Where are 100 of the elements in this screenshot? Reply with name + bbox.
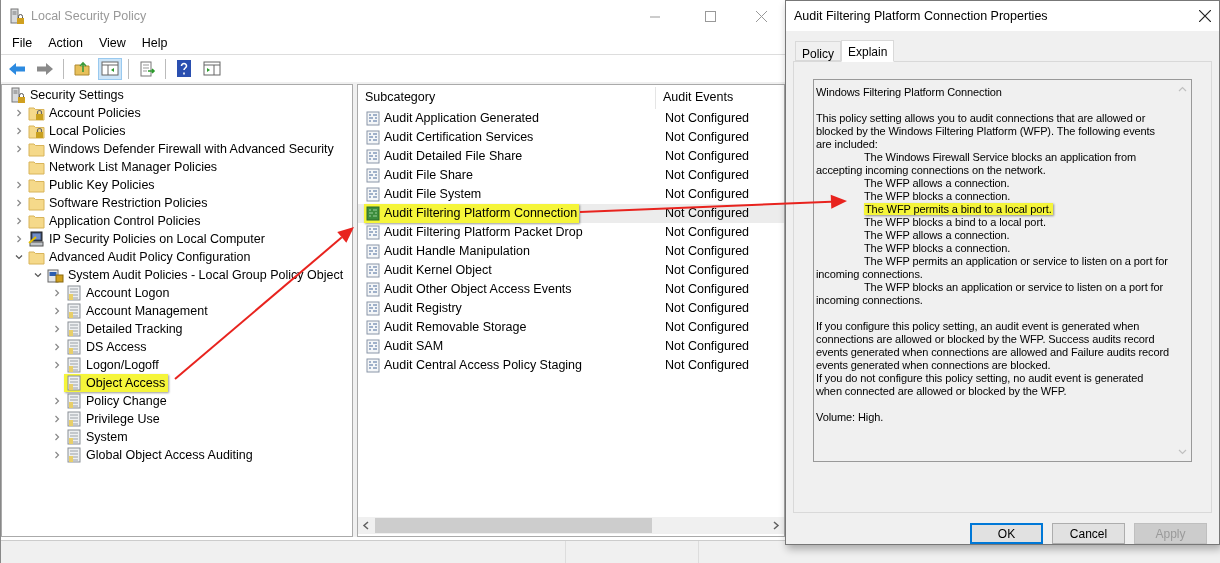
tree-item[interactable]: Software Restriction Policies bbox=[26, 194, 211, 212]
list-row[interactable]: Audit Detailed File Share Not Configured bbox=[358, 147, 784, 166]
expand-chevron-icon[interactable] bbox=[53, 343, 61, 351]
tree-item[interactable]: Windows Defender Firewall with Advanced Security bbox=[26, 140, 337, 158]
menu-item[interactable]: Help bbox=[134, 33, 175, 53]
subcategory-name: Audit Handle Manipulation bbox=[384, 243, 530, 261]
tree-item[interactable]: IP Security Policies on Local Computer bbox=[26, 230, 268, 248]
expand-chevron-icon[interactable] bbox=[15, 217, 23, 225]
explain-paragraph: If you do not configure this policy setting, no audit event is generated when connected are allowed or blocked by the WFP. bbox=[816, 372, 1145, 398]
binary-document-icon bbox=[366, 168, 380, 183]
expand-chevron-icon[interactable] bbox=[15, 181, 23, 189]
expand-chevron-icon[interactable] bbox=[53, 289, 61, 297]
binary-document-icon bbox=[366, 358, 380, 373]
tree-item[interactable]: Object Access bbox=[64, 374, 169, 392]
console-tree-icon[interactable] bbox=[101, 61, 119, 76]
tree-item[interactable]: Application Control Policies bbox=[26, 212, 204, 230]
tree-item[interactable]: Advanced Audit Policy Configuration bbox=[26, 248, 254, 266]
expand-chevron-icon[interactable] bbox=[53, 307, 61, 315]
dialog-tab[interactable]: Explain bbox=[841, 40, 895, 62]
expand-chevron-icon[interactable] bbox=[53, 397, 61, 405]
tree-item[interactable]: Public Key Policies bbox=[26, 176, 158, 194]
subcategory-name: Audit Central Access Policy Staging bbox=[384, 357, 583, 375]
menu-item[interactable]: Action bbox=[41, 33, 90, 53]
tree-item[interactable]: Privilege Use bbox=[64, 410, 163, 428]
tree-item[interactable]: Account Management bbox=[64, 302, 211, 320]
action-pane-icon[interactable] bbox=[203, 61, 221, 76]
dialog-tab[interactable]: Policy bbox=[795, 41, 841, 61]
folder-icon bbox=[28, 159, 45, 175]
forward-arrow-icon[interactable] bbox=[36, 61, 54, 76]
list-row[interactable]: Audit Removable Storage Not Configured bbox=[358, 318, 784, 337]
expand-chevron-icon[interactable] bbox=[15, 235, 23, 243]
expand-chevron-icon[interactable] bbox=[53, 361, 61, 369]
tree-item[interactable]: Detailed Tracking bbox=[64, 320, 186, 338]
audit-events-value: Not Configured bbox=[664, 148, 750, 166]
policy-icon bbox=[66, 339, 82, 355]
list-row[interactable]: Audit Certification Services Not Configured bbox=[358, 128, 784, 147]
export-list-icon[interactable] bbox=[138, 60, 156, 77]
scroll-up-icon[interactable] bbox=[1178, 86, 1187, 92]
folder-icon bbox=[28, 195, 45, 211]
menu-item[interactable]: File bbox=[5, 33, 40, 53]
event-description: The WFP allows a connection. bbox=[864, 229, 1010, 241]
list-row[interactable]: Audit Application Generated Not Configured bbox=[358, 109, 784, 128]
expand-chevron-icon[interactable] bbox=[53, 433, 61, 441]
expand-chevron-icon[interactable] bbox=[15, 127, 23, 135]
expand-chevron-icon[interactable] bbox=[53, 415, 61, 423]
list-row[interactable]: Audit Registry Not Configured bbox=[358, 299, 784, 318]
policy-icon bbox=[66, 411, 82, 427]
tree-item[interactable]: DS Access bbox=[64, 338, 150, 356]
audit-events-value: Not Configured bbox=[664, 167, 750, 185]
folder-up-icon[interactable] bbox=[74, 61, 90, 76]
tree-item[interactable]: Policy Change bbox=[64, 392, 170, 410]
column-header[interactable]: Audit Events bbox=[656, 87, 784, 109]
policy-icon bbox=[66, 303, 82, 319]
dialog-button[interactable]: Cancel bbox=[1052, 523, 1125, 544]
close-icon[interactable] bbox=[1199, 10, 1211, 22]
subcategory-name: Audit Other Object Access Events bbox=[384, 281, 572, 299]
list-row[interactable]: Audit SAM Not Configured bbox=[358, 337, 784, 356]
expand-chevron-icon[interactable] bbox=[15, 253, 23, 261]
locked-folder-icon bbox=[28, 123, 45, 139]
expand-chevron-icon[interactable] bbox=[15, 109, 23, 117]
tree-item[interactable]: Local Policies bbox=[26, 122, 129, 140]
tree-item[interactable]: Network List Manager Policies bbox=[26, 158, 221, 176]
expand-chevron-icon[interactable] bbox=[53, 325, 61, 333]
tree-item[interactable]: Account Logon bbox=[64, 284, 173, 302]
menu-item[interactable]: View bbox=[91, 33, 133, 53]
tree-item[interactable]: Global Object Access Auditing bbox=[64, 446, 256, 464]
folder-icon bbox=[28, 213, 45, 229]
event-description: The WFP permits an application or service to listen on a port for incoming connections. bbox=[816, 255, 1168, 280]
scroll-down-icon[interactable] bbox=[1178, 449, 1187, 455]
list-row[interactable]: Audit Other Object Access Events Not Configured bbox=[358, 280, 784, 299]
list-row[interactable]: Audit File System Not Configured bbox=[358, 185, 784, 204]
column-header[interactable]: Subcategory bbox=[358, 87, 656, 109]
binary-document-icon bbox=[366, 301, 380, 316]
binary-document-icon bbox=[366, 187, 380, 202]
expand-chevron-icon[interactable] bbox=[15, 199, 23, 207]
tree-item[interactable]: System bbox=[64, 428, 131, 446]
expand-chevron-icon[interactable] bbox=[34, 271, 42, 279]
expand-chevron-icon[interactable] bbox=[15, 145, 23, 153]
event-description: The WFP blocks a bind to a local port. bbox=[864, 216, 1046, 228]
horizontal-scrollbar[interactable] bbox=[358, 517, 784, 534]
list-row[interactable]: Audit Central Access Policy Staging Not Configured bbox=[358, 356, 784, 375]
audit-events-value: Not Configured bbox=[664, 357, 750, 375]
tree-item[interactable]: Security Settings bbox=[8, 86, 127, 104]
back-arrow-icon[interactable] bbox=[8, 61, 26, 76]
tree-item[interactable]: Account Policies bbox=[26, 104, 144, 122]
event-description: The Windows Firewall Service blocks an application from accepting incoming connections on the network. bbox=[816, 151, 1137, 176]
list-row[interactable]: Audit File Share Not Configured bbox=[358, 166, 784, 185]
tree-item[interactable]: Logon/Logoff bbox=[64, 356, 162, 374]
list-row[interactable]: Audit Kernel Object Not Configured bbox=[358, 261, 784, 280]
scrollbar-thumb[interactable] bbox=[375, 518, 652, 533]
dialog-button[interactable]: OK bbox=[970, 523, 1043, 544]
audit-events-value: Not Configured bbox=[664, 338, 750, 356]
maximize-icon[interactable] bbox=[705, 10, 716, 22]
list-row[interactable]: Audit Filtering Platform Packet Drop Not Configured bbox=[358, 223, 784, 242]
expand-chevron-icon[interactable] bbox=[53, 451, 61, 459]
binary-document-icon bbox=[366, 130, 380, 145]
computer-key-icon bbox=[28, 231, 45, 247]
help-icon[interactable] bbox=[177, 60, 191, 77]
list-row[interactable]: Audit Handle Manipulation Not Configured bbox=[358, 242, 784, 261]
binary-document-icon bbox=[366, 320, 380, 335]
